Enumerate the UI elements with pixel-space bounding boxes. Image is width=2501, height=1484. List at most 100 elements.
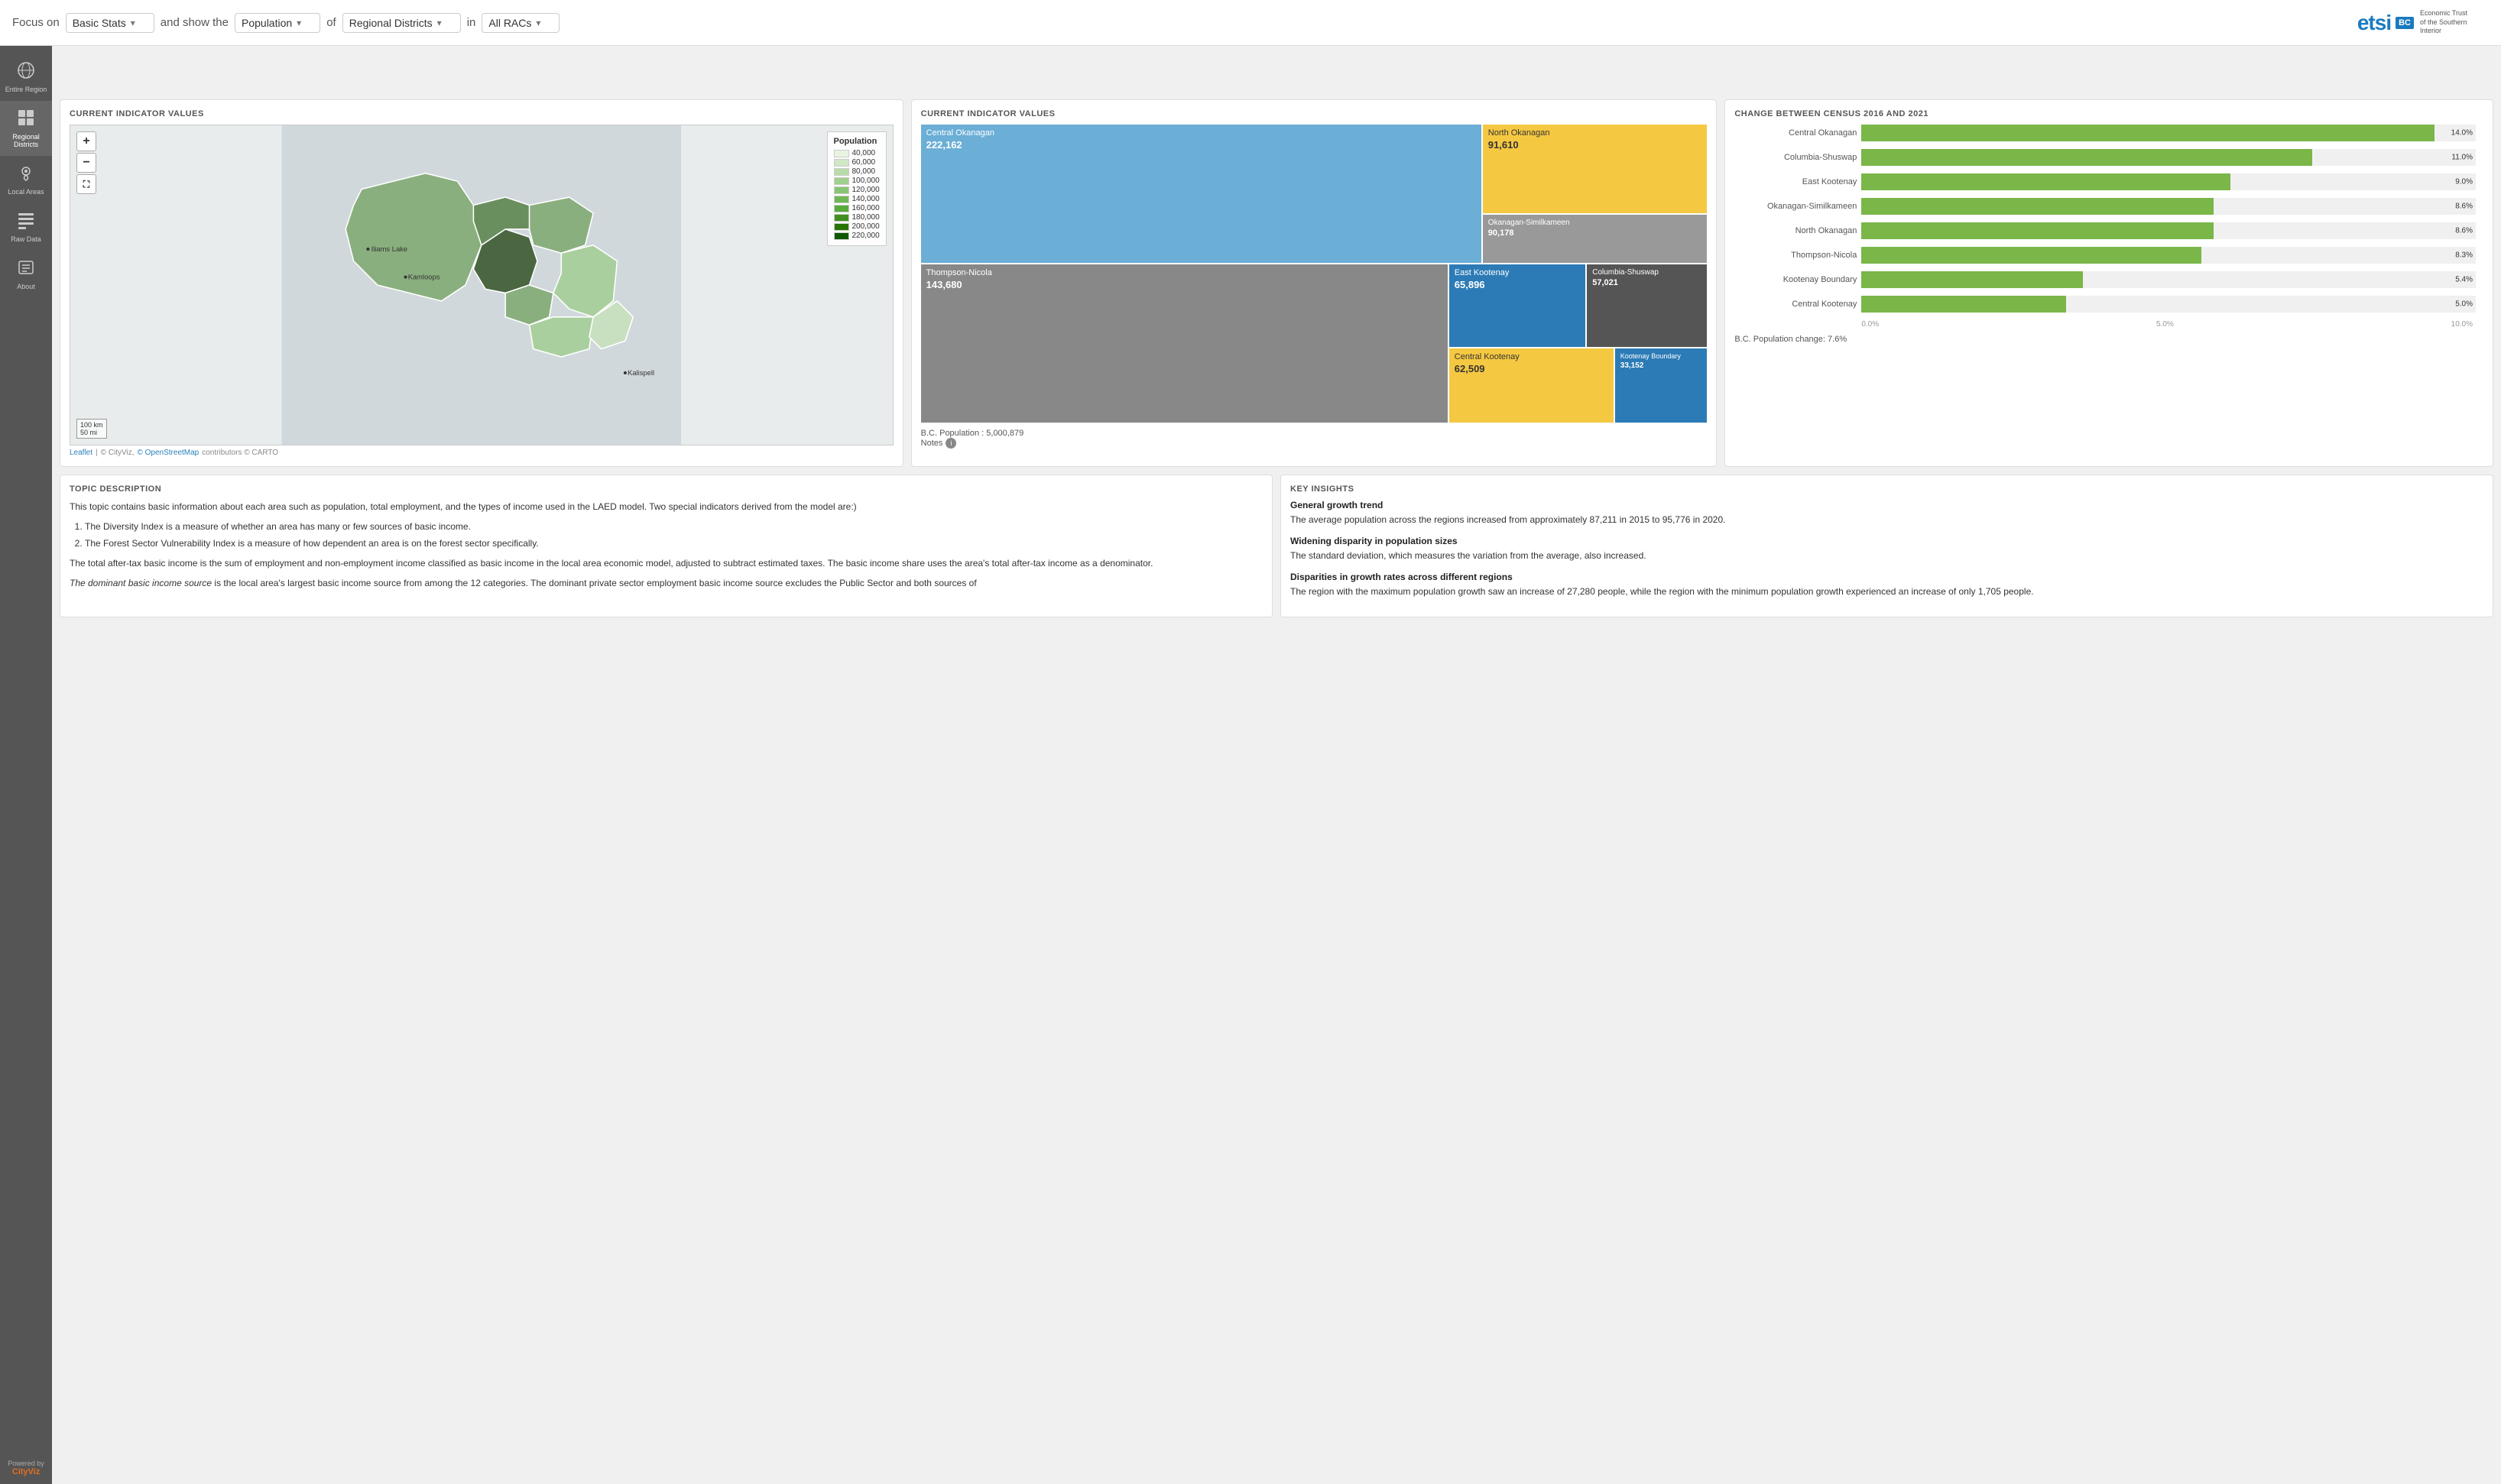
legend-item: 140,000 — [834, 195, 880, 203]
bar-label: Kootenay Boundary — [1742, 275, 1857, 284]
bar-label: Columbia-Shuswap — [1742, 153, 1857, 162]
legend-item: 60,000 — [834, 158, 880, 167]
of-label: of — [326, 16, 336, 29]
basic-stats-dropdown[interactable]: Basic Stats — [66, 13, 154, 33]
bar-row[interactable]: Okanagan-Similkameen 8.6% — [1742, 198, 2476, 215]
insight-title: Disparities in growth rates across diffe… — [1290, 572, 2483, 582]
topic-list-item-2: The Forest Sector Vulnerability Index is… — [85, 536, 1263, 550]
brand-etsi: etsi — [2357, 11, 2391, 35]
bar-value: 5.0% — [2455, 300, 2473, 309]
treemap-tile-central-kootenay[interactable]: Central Kootenay 62,509 — [1449, 348, 1614, 423]
insights-container: General growth trend The average populat… — [1290, 500, 2483, 598]
sidebar-item-local-areas[interactable]: Local Areas — [0, 156, 52, 203]
bar-label: Central Okanagan — [1742, 128, 1857, 138]
bar-track: 5.4% — [1861, 271, 2476, 288]
bar-row[interactable]: Central Okanagan 14.0% — [1742, 125, 2476, 141]
bar-fill — [1861, 222, 2214, 239]
map-container[interactable]: Kamloops Iliams Lake Kalispell + − ⛶ Pop… — [70, 125, 894, 446]
focus-controls: Focus on Basic Stats and show the Popula… — [12, 13, 2357, 33]
all-racs-dropdown[interactable]: All RACs — [482, 13, 560, 33]
insight-title: Widening disparity in population sizes — [1290, 536, 2483, 546]
insights-card: KEY INSIGHTS General growth trend The av… — [1280, 475, 2493, 617]
treemap-tile-central-okanagan[interactable]: Central Okanagan 222,162 — [921, 125, 1481, 263]
bar-value: 8.6% — [2455, 227, 2473, 235]
topic-card-title: TOPIC DESCRIPTION — [70, 484, 1263, 494]
regional-districts-icon — [17, 109, 35, 131]
treemap-footer: B.C. Population : 5,000,879 Notes i — [921, 429, 1708, 449]
topic-list-item-1: The Diversity Index is a measure of whet… — [85, 520, 1263, 533]
insight-text: The region with the maximum population g… — [1290, 585, 2483, 598]
cityviz-label: CityViz — [8, 1467, 44, 1476]
treemap-tile-thompson-nicola[interactable]: Thompson-Nicola 143,680 — [921, 264, 1448, 423]
bar-track: 5.0% — [1861, 296, 2476, 313]
bar-row[interactable]: Kootenay Boundary 5.4% — [1742, 271, 2476, 288]
bar-row[interactable]: Columbia-Shuswap 11.0% — [1742, 149, 2476, 166]
map-svg: Kamloops Iliams Lake Kalispell — [70, 125, 893, 445]
bar-track: 8.6% — [1861, 198, 2476, 215]
bc-population-label: B.C. Population : 5,000,879 — [921, 429, 1708, 438]
treemap-tile-kootenay-boundary[interactable]: Kootenay Boundary 33,152 — [1615, 348, 1708, 423]
insight-item: Widening disparity in population sizes T… — [1290, 536, 2483, 562]
topic-list: The Diversity Index is a measure of whet… — [85, 520, 1263, 550]
fullscreen-button[interactable]: ⛶ — [76, 174, 96, 194]
topic-card: TOPIC DESCRIPTION This topic contains ba… — [60, 475, 1273, 617]
zoom-out-button[interactable]: − — [76, 153, 96, 173]
topic-para2: The total after-tax basic income is the … — [70, 556, 1263, 570]
bar-fill — [1861, 271, 2082, 288]
sidebar-item-about[interactable]: About — [0, 251, 52, 298]
map-scale: 100 km 50 mi — [76, 419, 107, 439]
leaflet-link[interactable]: Leaflet — [70, 449, 92, 457]
svg-text:Kalispell: Kalispell — [628, 368, 654, 377]
legend-item: 200,000 — [834, 222, 880, 231]
bar-row[interactable]: Thompson-Nicola 8.3% — [1742, 247, 2476, 264]
bar-value: 9.0% — [2455, 178, 2473, 186]
sidebar-item-raw-data[interactable]: Raw Data — [0, 203, 52, 251]
notes-link[interactable]: Notes i — [921, 438, 1708, 449]
bar-value: 8.3% — [2455, 251, 2473, 260]
treemap-container: Central Okanagan 222,162 North Okanagan … — [921, 125, 1708, 423]
map-controls: + − ⛶ — [76, 131, 96, 194]
in-label: in — [467, 16, 476, 29]
insights-card-title: KEY INSIGHTS — [1290, 484, 2483, 494]
treemap-tile-east-kootenay[interactable]: East Kootenay 65,896 — [1449, 264, 1585, 347]
bar-label: Okanagan-Similkameen — [1742, 202, 1857, 211]
bar-row[interactable]: North Okanagan 8.6% — [1742, 222, 2476, 239]
map-card-title: CURRENT INDICATOR VALUES — [70, 109, 894, 118]
brand-bc: BC — [2396, 17, 2414, 29]
bottom-row: TOPIC DESCRIPTION This topic contains ba… — [60, 475, 2493, 617]
bar-fill — [1861, 198, 2214, 215]
treemap-tile-columbia-shuswap[interactable]: Columbia-Shuswap 57,021 — [1587, 264, 1707, 347]
osm-link[interactable]: © OpenStreetMap — [138, 449, 199, 457]
treemap-tile-north-okanagan[interactable]: North Okanagan 91,610 — [1483, 125, 1708, 213]
insight-text: The average population across the region… — [1290, 513, 2483, 527]
region-central-kootenay[interactable] — [530, 317, 594, 357]
zoom-in-button[interactable]: + — [76, 131, 96, 151]
local-areas-icon — [17, 164, 35, 186]
sidebar-about-label: About — [17, 283, 35, 290]
sidebar-item-entire-region[interactable]: Entire Region — [0, 53, 52, 101]
bar-rows-container: Central Okanagan 14.0% Columbia-Shuswap … — [1742, 125, 2476, 313]
bar-row[interactable]: Central Kootenay 5.0% — [1742, 296, 2476, 313]
topic-para3: The dominant basic income source is the … — [70, 576, 1263, 590]
treemap-tile-okanagan-similkameen[interactable]: Okanagan-Similkameen 90,178 — [1483, 215, 1708, 263]
map-footer: Leaflet | © CityViz, © OpenStreetMap con… — [70, 449, 894, 457]
treemap-card: CURRENT INDICATOR VALUES Central Okanaga… — [911, 99, 1718, 467]
bar-value: 11.0% — [2451, 154, 2473, 162]
legend-item: 100,000 — [834, 177, 880, 185]
topic-para3-italic: The dominant basic income source — [70, 578, 212, 588]
population-dropdown[interactable]: Population — [235, 13, 320, 33]
regional-districts-dropdown[interactable]: Regional Districts — [342, 13, 461, 33]
topic-para3-rest: is the local area's largest basic income… — [212, 578, 977, 588]
sidebar-item-regional-districts[interactable]: Regional Districts — [0, 101, 52, 156]
svg-text:Kamloops: Kamloops — [408, 273, 440, 281]
treemap-card-title: CURRENT INDICATOR VALUES — [921, 109, 1708, 118]
insight-title: General growth trend — [1290, 500, 2483, 510]
bar-fill — [1861, 149, 2311, 166]
brand-tagline: Economic Trustof the Southern Interior — [2420, 9, 2489, 36]
brand-logo: etsi BC Economic Trustof the Southern In… — [2357, 9, 2489, 36]
bar-fill — [1861, 296, 2066, 313]
bar-fill — [1861, 125, 2435, 141]
focus-label: Focus on — [12, 16, 60, 29]
bar-label: North Okanagan — [1742, 226, 1857, 235]
bar-row[interactable]: East Kootenay 9.0% — [1742, 173, 2476, 190]
